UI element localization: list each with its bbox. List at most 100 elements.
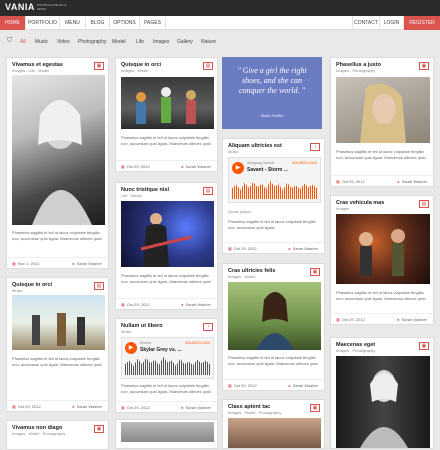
filter-nature[interactable]: Nature <box>201 39 216 45</box>
card-date-text: Oct 29, 2012 <box>341 179 365 184</box>
card-image[interactable] <box>336 214 430 284</box>
card-category[interactable]: Images , Photography <box>336 348 375 353</box>
post-card[interactable]: Nullam ut libero Music ◔ ▶ Kimbra Skylar… <box>115 318 218 413</box>
nav-pages[interactable]: PAGES <box>140 16 166 30</box>
card-category[interactable]: Images , Model <box>228 274 255 279</box>
soundcloud-player[interactable]: ▶ Wolfgang Gartner Savant - Storm ... SO… <box>228 157 321 203</box>
card-author[interactable]: ● Sarah Washer <box>288 246 318 251</box>
card-image[interactable] <box>336 77 430 143</box>
play-icon[interactable]: ▶ <box>232 162 244 174</box>
card-category[interactable]: Music <box>121 329 131 334</box>
post-card[interactable]: Phasellus a justo Images , Photography ▣… <box>330 57 434 187</box>
card-image[interactable] <box>228 282 321 350</box>
card-date: ▦ Nov 1, 2012 <box>12 261 39 266</box>
player-user: Wolfgang Gartner <box>247 161 275 165</box>
card-category[interactable]: Images , Model <box>121 68 148 73</box>
quote-card[interactable]: " Give a girl the right shoes, and she c… <box>222 57 322 129</box>
card-date-text: Oct 29, 2012 <box>233 383 257 388</box>
card-author[interactable]: ● Sarah Washer <box>181 164 211 169</box>
player-track[interactable]: Savant - Storm ... <box>247 167 288 173</box>
soundcloud-logo[interactable]: SOUNDCLOUD <box>292 161 317 165</box>
card-category[interactable]: Images , Model , Photography <box>228 410 281 415</box>
filter-bar: ⛉ All Music Video Photography Model Life… <box>0 36 440 50</box>
calendar-icon: ▦ <box>336 317 340 322</box>
card-image[interactable] <box>121 422 214 442</box>
post-card[interactable]: Cras ultricies felis Images , Model ▣ Ph… <box>222 263 325 391</box>
card-author[interactable]: ● Sarah Washer <box>397 317 427 322</box>
filter-life[interactable]: Life <box>136 39 144 45</box>
card-category[interactable]: Music <box>12 288 22 293</box>
user-icon: ● <box>397 179 400 184</box>
card-author[interactable]: ● Sarah Washer <box>397 179 427 184</box>
card-category[interactable]: Images <box>336 206 349 211</box>
card-category[interactable]: Images , Model , Photography <box>12 431 65 436</box>
card-author[interactable]: ● Sarah Washer <box>288 383 318 388</box>
post-card[interactable] <box>115 419 218 449</box>
card-image[interactable] <box>121 77 214 129</box>
post-card[interactable]: Vivamus et egestas Images , Life , Model… <box>6 57 109 269</box>
play-icon[interactable]: ▶ <box>125 342 137 354</box>
card-author-text: Sarah Washer <box>292 246 318 251</box>
nav-portfolio[interactable]: PORTFOLIO <box>26 16 60 30</box>
soundcloud-logo[interactable]: SOUNDCLOUD <box>185 341 210 345</box>
card-image[interactable] <box>336 356 430 448</box>
audio-type-icon: ◔ <box>203 323 213 331</box>
post-card[interactable]: Maecenas eget Images , Photography ▣ <box>330 337 434 449</box>
post-card[interactable]: Quisque in orci Music ▤ Phasellus sagitt… <box>6 277 109 412</box>
card-category[interactable]: Images , Photography <box>336 68 375 73</box>
waveform[interactable] <box>232 181 317 199</box>
card-image[interactable] <box>12 295 105 350</box>
card-category[interactable]: Music <box>228 149 238 154</box>
image-type-icon: ▣ <box>310 404 320 412</box>
post-card[interactable]: Nunc tristique nisl Life , Model ▤ Phase… <box>115 182 218 310</box>
calendar-icon: ▦ <box>228 383 232 388</box>
filter-music[interactable]: Music <box>35 39 48 45</box>
card-description: Phasellus sagittis et tell ut lacus vulp… <box>12 356 103 367</box>
card-description: Phasellus sagittis et tell ut lacus vulp… <box>228 219 316 230</box>
soundcloud-player[interactable]: ▶ Kimbra Skylar Grey vs. ... SOUNDCLOUD <box>121 337 214 379</box>
nav-register[interactable]: REGISTER <box>404 16 440 30</box>
card-author-text: Sarah Washer <box>185 302 211 307</box>
filter-photography[interactable]: Photography <box>78 39 106 45</box>
player-track[interactable]: Skylar Grey vs. ... <box>140 347 182 353</box>
card-author[interactable]: ● Sarah Washer <box>181 302 211 307</box>
site-tagline: PORTFOLIO BLOG & NEWS <box>37 3 67 11</box>
card-image[interactable] <box>121 201 214 267</box>
player-footer: Quote player <box>228 209 251 214</box>
post-card[interactable]: Class aptent tac Images , Model , Photog… <box>222 399 325 449</box>
nav-contact[interactable]: CONTACT <box>352 16 380 30</box>
nav-home[interactable]: HOME <box>0 16 26 30</box>
post-card[interactable]: Vivamus non diago Images , Model , Photo… <box>6 420 109 450</box>
image-type-icon: ▣ <box>419 62 429 70</box>
post-card[interactable]: Quisque in orci Images , Model ▤ Phasell… <box>115 57 218 172</box>
card-date-text: Oct 29, 2012 <box>126 405 150 410</box>
nav-login[interactable]: LOGIN <box>380 16 404 30</box>
card-category[interactable]: Life , Model <box>121 193 142 198</box>
card-author[interactable]: ● Sarah Washer <box>181 405 211 410</box>
card-category[interactable]: Images , Life , Model <box>12 68 49 73</box>
audio-type-icon: ◔ <box>310 143 320 151</box>
nav-menu[interactable]: MENU <box>60 16 86 30</box>
portrait-illustration <box>32 100 92 225</box>
waveform[interactable] <box>125 357 210 375</box>
post-card[interactable]: Aliquam ultricies est Music ◔ ▶ Wolfgang… <box>222 138 325 254</box>
filter-model[interactable]: Model <box>112 39 126 45</box>
filter-gallery[interactable]: Gallery <box>177 39 193 45</box>
filter-video[interactable]: Video <box>57 39 70 45</box>
site-logo[interactable]: VANIA <box>5 2 35 12</box>
card-date: ▦ Oct 29, 2012 <box>121 302 150 307</box>
filter-all[interactable]: All <box>20 39 26 45</box>
nav-options[interactable]: OPTIONS <box>110 16 140 30</box>
card-author[interactable]: ● Sarah Washer <box>72 261 102 266</box>
nav-blog[interactable]: BLOG <box>86 16 110 30</box>
calendar-icon: ▦ <box>336 179 340 184</box>
card-date-text: Oct 29, 2012 <box>233 246 257 251</box>
card-image[interactable] <box>12 75 105 225</box>
card-author-text: Sarah Washer <box>76 404 102 409</box>
card-image[interactable] <box>228 418 321 448</box>
card-description: Phasellus sagittis et tell ut lacus vulp… <box>336 149 427 160</box>
post-card[interactable]: Cras vehicula mas Images ▤ Phasellus sag… <box>330 195 434 325</box>
filter-images[interactable]: Images <box>153 39 169 45</box>
card-author[interactable]: ● Sarah Washer <box>72 404 102 409</box>
portrait-illustration <box>360 83 406 143</box>
